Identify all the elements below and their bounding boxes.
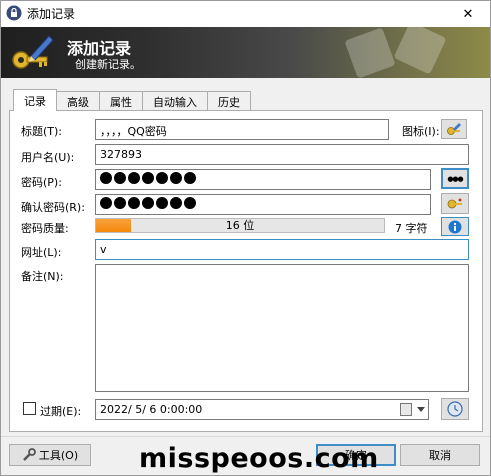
tab-0[interactable]: 记录 [13, 89, 57, 111]
info-icon [448, 220, 462, 233]
generator-key-icon [447, 198, 462, 208]
url-label: 网址(L): [21, 246, 62, 259]
password-dot [156, 172, 168, 184]
cancel-button[interactable]: 取消 [400, 444, 480, 466]
close-icon: ✕ [462, 6, 474, 22]
header-banner: 添加记录 创建新记录。 [1, 27, 490, 78]
password-dot [114, 197, 126, 209]
dots-icon: ●●● [447, 174, 463, 183]
password-quality-bar: 16 位 [95, 218, 385, 233]
char-count: 7 字符 [395, 222, 428, 235]
password-dot [100, 197, 112, 209]
banner-decoration-icon [345, 27, 446, 78]
confirm-password-label: 确认密码(R): [21, 201, 85, 214]
password-dot [170, 172, 182, 184]
title-label: 标题(T): [21, 125, 63, 138]
tab-2[interactable]: 属性 [99, 91, 143, 111]
tab-strip: 记录 高级 属性 自动输入 历史 [13, 89, 251, 111]
tools-label: 工具(O) [38, 449, 79, 462]
password-dot [170, 197, 182, 209]
password-dot [114, 172, 126, 184]
tab-3[interactable]: 自动输入 [142, 91, 208, 111]
add-entry-dialog: 添加记录 ✕ 添加记录 创建新记录。 记录 高级 属性 自动输入 历史 标题(T): ，… [0, 0, 491, 476]
password-dot [184, 172, 196, 184]
expiry-presets-button[interactable] [441, 398, 469, 420]
expires-label: 过期(E): [40, 405, 82, 418]
title-bar: 添加记录 ✕ [1, 1, 490, 27]
footer-separator [1, 436, 490, 437]
password-label: 密码(P): [21, 176, 62, 189]
url-field[interactable]: v [95, 239, 469, 260]
cancel-label: 取消 [429, 449, 451, 462]
wrench-icon [22, 448, 36, 461]
password-generator-button[interactable] [441, 193, 469, 214]
tools-button[interactable]: 工具(O) [9, 444, 91, 466]
password-dot [142, 172, 154, 184]
clock-icon [447, 401, 463, 417]
quality-info-button[interactable] [441, 217, 469, 236]
watermark-text: misspeoos.com [139, 443, 379, 474]
banner-subtitle: 创建新记录。 [75, 58, 141, 71]
password-dot [156, 197, 168, 209]
expires-date-field[interactable]: 2022/ 5/ 6 0:00:00 [95, 399, 429, 420]
toggle-password-visibility-button[interactable]: ●●● [441, 168, 469, 189]
expires-date-value: 2022/ 5/ 6 0:00:00 [100, 403, 203, 416]
expires-checkbox[interactable] [23, 402, 36, 415]
username-field[interactable]: 327893 [95, 144, 469, 165]
quality-bits: 16 位 [225, 219, 255, 232]
password-dot [142, 197, 154, 209]
quality-label: 密码质量: [21, 222, 69, 235]
confirm-password-field[interactable] [95, 194, 431, 215]
username-label: 用户名(U): [21, 151, 75, 164]
confirm-password-masked-value [100, 197, 196, 209]
title-field[interactable]: ，，，，QQ密码 [95, 119, 389, 140]
window-title: 添加记录 [27, 7, 76, 21]
password-dot [128, 197, 140, 209]
chevron-down-icon[interactable] [417, 407, 425, 412]
icon-picker-button[interactable] [441, 119, 467, 139]
key-pen-icon [12, 35, 54, 69]
notes-label: 备注(N): [21, 270, 64, 283]
tab-1[interactable]: 高级 [56, 91, 100, 111]
key-icon [447, 123, 461, 135]
notes-field[interactable] [95, 264, 469, 392]
password-dot [128, 172, 140, 184]
calendar-icon[interactable] [400, 403, 412, 416]
icon-label: 图标(I): [402, 125, 440, 138]
password-dot [184, 197, 196, 209]
tab-4[interactable]: 历史 [207, 91, 251, 111]
lock-icon [6, 5, 22, 21]
password-dot [100, 172, 112, 184]
close-button[interactable]: ✕ [446, 1, 490, 27]
password-field[interactable] [95, 169, 431, 190]
password-masked-value [100, 172, 196, 184]
